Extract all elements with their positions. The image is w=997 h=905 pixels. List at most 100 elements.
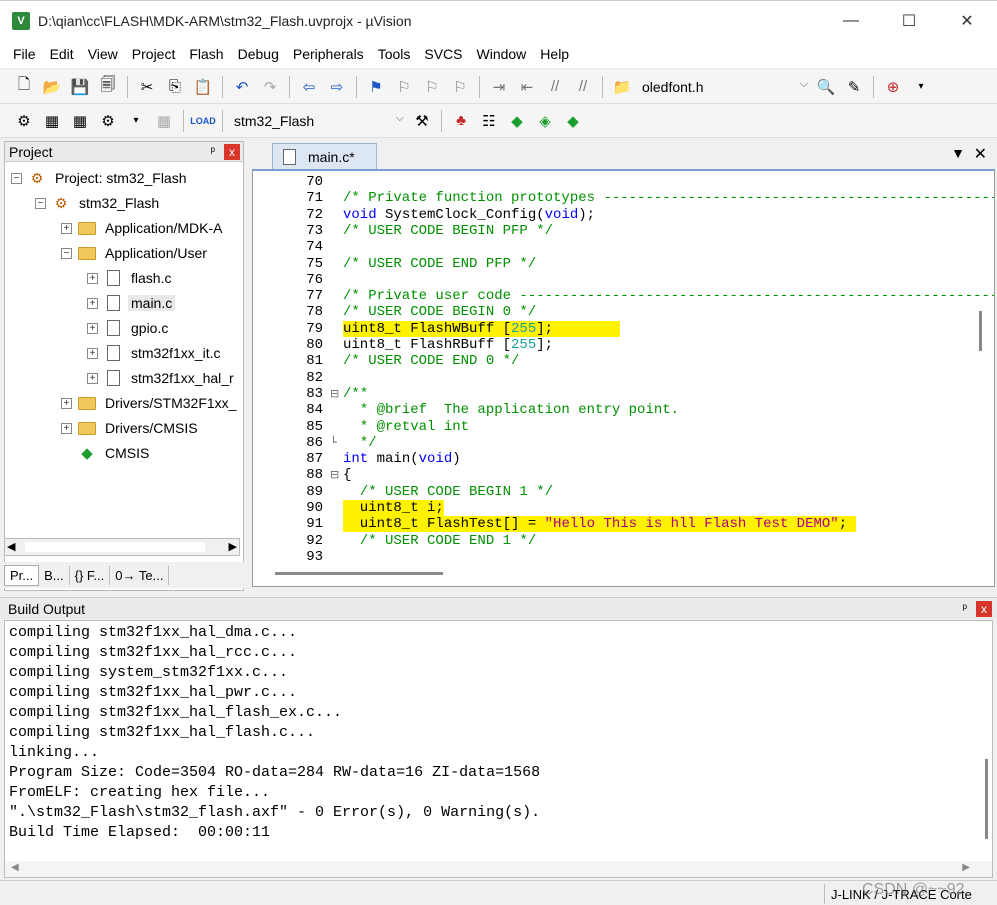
collapse-icon[interactable]: −: [61, 247, 72, 259]
code-editor[interactable]: 70 71 /* Private function prototypes -----…: [252, 169, 995, 587]
expand-icon[interactable]: +: [87, 297, 98, 309]
file-extensions-icon[interactable]: ♣: [449, 109, 473, 133]
tree-item[interactable]: + Drivers/CMSIS: [61, 416, 201, 440]
scrollbar-thumb[interactable]: [25, 542, 205, 552]
fold-marker-icon[interactable]: └: [330, 435, 337, 451]
project-tab-3[interactable]: 0→ Te...: [110, 565, 170, 585]
build-icon[interactable]: ▦: [40, 109, 64, 133]
translate-icon[interactable]: ⚙: [12, 109, 36, 133]
close-tab-icon[interactable]: ✕: [974, 144, 987, 164]
expand-icon[interactable]: +: [61, 422, 72, 434]
project-tab-2[interactable]: {} F...: [70, 565, 111, 585]
close-icon[interactable]: x: [976, 601, 992, 617]
cut-icon[interactable]: ✂: [135, 75, 159, 99]
minimize-button[interactable]: —: [822, 1, 880, 41]
clear-bookmarks-icon[interactable]: ⚐: [448, 75, 472, 99]
close-icon[interactable]: x: [224, 144, 240, 160]
expand-icon[interactable]: +: [87, 272, 98, 284]
project-tree-scrollbar[interactable]: ◀ ▶: [4, 538, 240, 556]
tree-item[interactable]: + gpio.c: [87, 316, 171, 340]
find-in-files-icon[interactable]: 📁: [610, 75, 634, 99]
debug-session-icon[interactable]: ⊕: [881, 75, 905, 99]
navigate-forward-icon[interactable]: ⇨: [325, 75, 349, 99]
close-window-button[interactable]: ✕: [938, 1, 996, 41]
target-options-icon[interactable]: ⚒: [410, 109, 434, 133]
menu-view[interactable]: View: [81, 46, 125, 62]
menu-edit[interactable]: Edit: [43, 46, 81, 62]
tab-main-c[interactable]: main.c*: [272, 143, 377, 169]
tree-item[interactable]: + main.c: [87, 291, 176, 315]
expand-icon[interactable]: +: [87, 322, 98, 334]
scroll-left-icon[interactable]: ◀: [7, 540, 15, 553]
menu-svcs[interactable]: SVCS: [417, 46, 469, 62]
expand-icon[interactable]: +: [87, 347, 98, 359]
menu-flash[interactable]: Flash: [182, 46, 230, 62]
expand-icon[interactable]: +: [87, 372, 98, 384]
pin-icon[interactable]: ᵖ: [962, 601, 967, 615]
navigate-back-icon[interactable]: ⇦: [297, 75, 321, 99]
new-file-icon[interactable]: 🗋: [12, 75, 36, 99]
uncomment-icon[interactable]: //: [571, 75, 595, 99]
chevron-down-icon[interactable]: ⌵: [396, 112, 404, 125]
save-icon[interactable]: 💾: [68, 75, 92, 99]
redo-icon[interactable]: ↷: [258, 75, 282, 99]
target-select[interactable]: stm32_Flash ⌵: [228, 109, 408, 133]
tree-item[interactable]: + stm32f1xx_hal_r: [87, 366, 237, 390]
prev-bookmark-icon[interactable]: ⚐: [392, 75, 416, 99]
stop-build-icon[interactable]: ▦: [152, 109, 176, 133]
fold-marker-icon[interactable]: ⊟: [330, 467, 339, 483]
output-vertical-scrollbar[interactable]: [985, 759, 988, 839]
chevron-down-icon[interactable]: ⌵: [800, 78, 808, 91]
chevron-down-icon[interactable]: ▾: [909, 75, 933, 99]
copy-icon[interactable]: ⎘: [163, 75, 187, 99]
save-all-icon[interactable]: 🗐: [96, 75, 120, 99]
menu-project[interactable]: Project: [125, 46, 183, 62]
pack-installer-icon[interactable]: ◆: [561, 109, 585, 133]
menu-file[interactable]: File: [6, 46, 43, 62]
tree-item[interactable]: − Application/User: [61, 241, 210, 265]
menu-window[interactable]: Window: [470, 46, 534, 62]
chevron-down-icon[interactable]: ▾: [124, 109, 148, 133]
menu-debug[interactable]: Debug: [231, 46, 286, 62]
rebuild-icon[interactable]: ▦: [68, 109, 92, 133]
open-file-icon[interactable]: 📂: [40, 75, 64, 99]
fold-marker-icon[interactable]: ⊟: [330, 386, 339, 402]
unindent-icon[interactable]: ⇤: [515, 75, 539, 99]
select-software-packs-icon[interactable]: ◈: [533, 109, 557, 133]
tree-item[interactable]: − ⚙ stm32_Flash: [35, 191, 162, 215]
scroll-right-icon[interactable]: ▶: [962, 862, 970, 873]
pin-icon[interactable]: ᵖ: [210, 144, 215, 158]
download-icon[interactable]: LOAD: [190, 109, 216, 133]
output-horizontal-scrollbar[interactable]: ◀ ▶: [5, 861, 992, 877]
next-bookmark-icon[interactable]: ⚐: [420, 75, 444, 99]
menu-peripherals[interactable]: Peripherals: [286, 46, 371, 62]
maximize-button[interactable]: ☐: [880, 1, 938, 41]
project-tab-0[interactable]: Pr...: [4, 564, 40, 586]
batch-build-icon[interactable]: ⚙: [96, 109, 120, 133]
tree-item[interactable]: + Application/MDK-A: [61, 216, 226, 240]
expand-icon[interactable]: +: [61, 222, 72, 234]
tree-item[interactable]: − ⚙ Project: stm32_Flash: [11, 166, 190, 190]
menu-help[interactable]: Help: [533, 46, 576, 62]
scroll-right-icon[interactable]: ▶: [229, 540, 237, 553]
build-output-window[interactable]: compiling stm32f1xx_hal_dma.c... compilin…: [4, 620, 993, 878]
expand-icon[interactable]: +: [61, 397, 72, 409]
search-icon[interactable]: 🔍: [814, 75, 838, 99]
tree-item[interactable]: + stm32f1xx_it.c: [87, 341, 223, 365]
incremental-find-icon[interactable]: ✎: [842, 75, 866, 99]
run-time-environment-icon[interactable]: ◆: [505, 109, 529, 133]
bookmark-icon[interactable]: ⚑: [364, 75, 388, 99]
tab-list-icon[interactable]: ▼: [951, 145, 965, 161]
scroll-left-icon[interactable]: ◀: [11, 862, 19, 873]
tree-item[interactable]: + Drivers/STM32F1xx_: [61, 391, 239, 415]
tree-item[interactable]: ◆ CMSIS: [61, 441, 152, 465]
editor-horizontal-scrollbar[interactable]: [275, 572, 443, 575]
menu-tools[interactable]: Tools: [371, 46, 418, 62]
paste-icon[interactable]: 📋: [191, 75, 215, 99]
tree-item[interactable]: + flash.c: [87, 266, 174, 290]
find-file-combo[interactable]: oledfont.h ⌵: [636, 75, 812, 99]
undo-icon[interactable]: ↶: [230, 75, 254, 99]
collapse-icon[interactable]: −: [35, 197, 46, 209]
editor-vertical-scrollbar[interactable]: [979, 311, 982, 351]
collapse-icon[interactable]: −: [11, 172, 22, 184]
